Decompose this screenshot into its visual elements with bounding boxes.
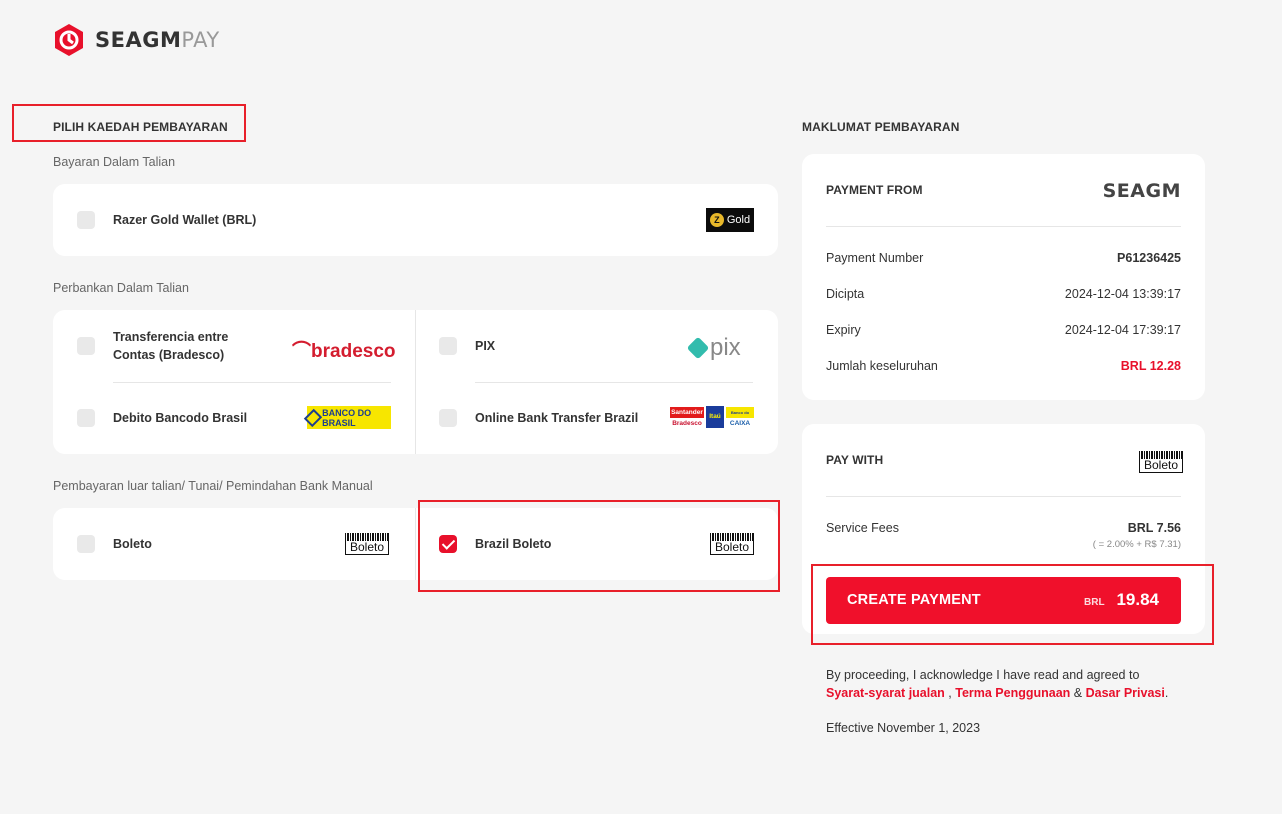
- brand-name: SEAGMPAY: [95, 28, 220, 52]
- divider: [415, 508, 416, 580]
- create-payment-amount: 19.84: [1116, 590, 1159, 609]
- offline-payment-card: Boleto Brazil Boleto: [53, 508, 778, 580]
- create-payment-label: CREATE PAYMENT: [847, 592, 981, 608]
- boleto-logo-icon: Boleto: [1139, 451, 1183, 473]
- pix-logo-icon: pix: [686, 334, 741, 362]
- boleto-logo-icon: Boleto: [345, 533, 389, 555]
- service-fees-label: Service Fees: [826, 521, 899, 535]
- created-value: 2024-12-04 13:39:17: [1064, 287, 1181, 301]
- expiry-label: Expiry: [826, 323, 861, 337]
- section-label-banking: Perbankan Dalam Talian: [53, 281, 189, 295]
- option-label: Brazil Boleto: [475, 537, 552, 551]
- effective-date: Effective November 1, 2023: [826, 721, 981, 735]
- boleto-logo-icon: Boleto: [710, 533, 754, 555]
- online-payment-card: Razer Gold Wallet (BRL): [53, 184, 778, 256]
- pay-with-title: PAY WITH: [826, 453, 884, 467]
- option-label: Transferencia entre Contas (Bradesco): [113, 330, 229, 362]
- payment-number-value: P61236425: [1117, 251, 1181, 265]
- brazil-boleto-checkbox[interactable]: [439, 535, 457, 553]
- create-payment-currency: BRL: [1084, 597, 1105, 608]
- created-label: Dicipta: [826, 287, 865, 301]
- expiry-value: 2024-12-04 17:39:17: [1064, 323, 1181, 337]
- legal-notice: By proceeding, I acknowledge I have read…: [826, 668, 1169, 700]
- divider: [826, 226, 1181, 227]
- service-fees-note: ( = 2.00% + R$ 7.31): [1092, 539, 1181, 550]
- option-label: Online Bank Transfer Brazil: [475, 411, 639, 425]
- option-label: PIX: [475, 339, 496, 353]
- payment-method-title: PILIH KAEDAH PEMBAYARAN: [53, 120, 228, 134]
- section-label-online: Bayaran Dalam Talian: [53, 155, 176, 169]
- online-bank-transfer-checkbox[interactable]: [439, 409, 457, 427]
- online-banking-card: Transferencia entre Contas (Bradesco) PI…: [53, 310, 778, 454]
- payment-number-label: Payment Number: [826, 251, 924, 265]
- payment-info-title: MAKLUMAT PEMBAYARAN: [802, 120, 960, 134]
- total-value: BRL 12.28: [1120, 359, 1181, 373]
- terms-of-sale-link[interactable]: Syarat-syarat jualan: [826, 686, 945, 700]
- option-label: Boleto: [113, 537, 152, 551]
- option-label: Debito Bancodo Brasil: [113, 411, 248, 425]
- razer-gold-logo-icon: Z Gold: [706, 208, 754, 232]
- payment-from-card: PAYMENT FROM SEAGM Payment Number P61236…: [802, 154, 1205, 400]
- option-label: Razer Gold Wallet (BRL): [113, 213, 257, 227]
- service-fees-value: BRL 7.56: [1127, 521, 1181, 535]
- bradesco-checkbox[interactable]: [77, 337, 95, 355]
- brand-logo[interactable]: SEAGMPAY: [53, 23, 220, 57]
- banco-brasil-logo-icon: BANCO DO BRASIL: [303, 406, 391, 429]
- payment-from-title: PAYMENT FROM: [826, 183, 923, 197]
- boleto-checkbox[interactable]: [77, 535, 95, 553]
- divider: [415, 310, 416, 454]
- create-payment-button[interactable]: CREATE PAYMENT BRL 19.84: [826, 577, 1181, 624]
- section-label-offline: Pembayaran luar talian/ Tunai/ Pemindaha…: [53, 479, 373, 493]
- divider: [475, 382, 753, 383]
- banco-brasil-checkbox[interactable]: [77, 409, 95, 427]
- seagm-logo-icon: [55, 24, 83, 56]
- brazil-banks-logo-icon: Santander Bradesco Itaú Banco do Brasil …: [670, 406, 754, 430]
- privacy-policy-link[interactable]: Dasar Privasi: [1086, 686, 1165, 700]
- razer-gold-checkbox[interactable]: [77, 211, 95, 229]
- bradesco-logo-icon: ⌒bradesco: [292, 341, 396, 362]
- divider: [113, 382, 391, 383]
- total-label: Jumlah keseluruhan: [826, 359, 938, 373]
- divider: [826, 496, 1181, 497]
- pix-checkbox[interactable]: [439, 337, 457, 355]
- terms-of-use-link[interactable]: Terma Penggunaan: [955, 686, 1070, 700]
- seagm-logo-icon: SEAGM: [1102, 180, 1181, 202]
